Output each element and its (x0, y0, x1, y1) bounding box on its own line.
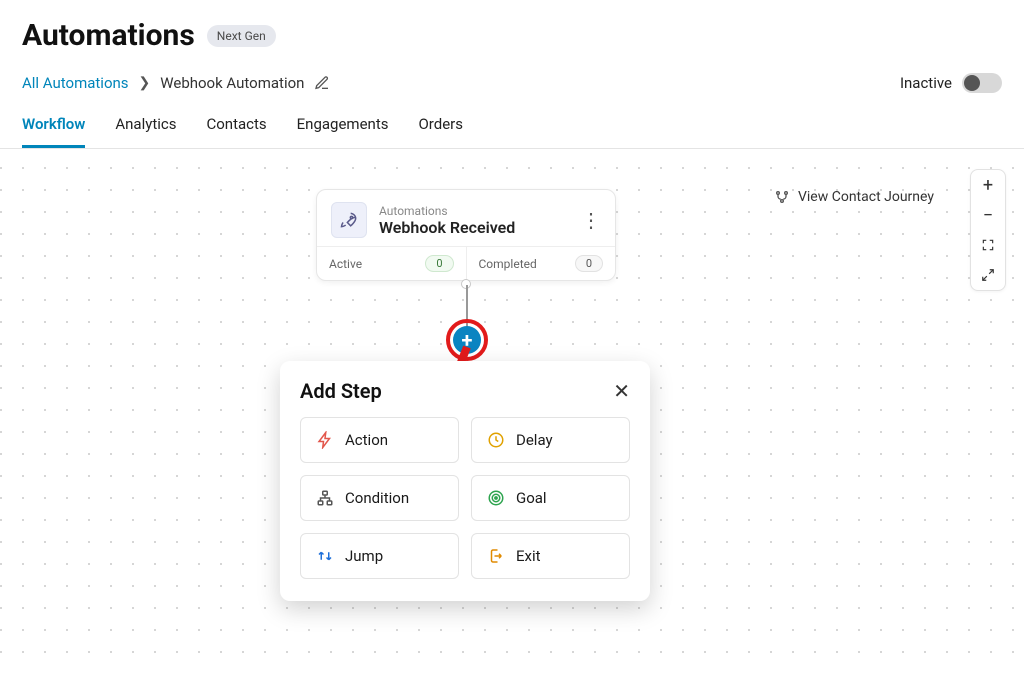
popover-title: Add Step (300, 379, 382, 403)
breadcrumb-current: Webhook Automation (160, 74, 304, 92)
step-jump-label: Jump (345, 547, 383, 565)
breadcrumb-root-link[interactable]: All Automations (22, 74, 129, 92)
step-option-jump[interactable]: Jump (300, 533, 459, 579)
exit-icon (486, 546, 506, 566)
add-step-button[interactable]: + (453, 326, 481, 354)
plus-icon: + (462, 330, 473, 350)
toggle-knob (964, 75, 980, 91)
close-icon[interactable]: ✕ (613, 379, 630, 403)
chevron-right-icon: ❯ (139, 75, 151, 91)
zoom-out-button[interactable]: − (971, 200, 1005, 230)
condition-icon (315, 488, 335, 508)
tab-workflow[interactable]: Workflow (22, 115, 85, 148)
edit-icon[interactable] (314, 75, 330, 91)
fit-screen-button[interactable] (971, 230, 1005, 260)
zoom-in-button[interactable]: + (971, 170, 1005, 200)
step-exit-label: Exit (516, 547, 541, 565)
badge-nextgen: Next Gen (207, 25, 276, 47)
tab-contacts[interactable]: Contacts (206, 115, 266, 148)
view-contact-journey-link[interactable]: View Contact Journey (798, 189, 934, 205)
status-label: Inactive (900, 74, 952, 92)
jump-icon (315, 546, 335, 566)
step-goal-label: Goal (516, 489, 547, 507)
bolt-icon (315, 430, 335, 450)
zoom-panel: + − (970, 169, 1006, 291)
annotation-highlight-ring: + (446, 319, 488, 361)
stat-active-value: 0 (425, 255, 453, 272)
node-supertitle: Automations (379, 204, 581, 218)
step-option-action[interactable]: Action (300, 417, 459, 463)
step-delay-label: Delay (516, 431, 553, 449)
status-toggle[interactable] (962, 73, 1002, 93)
stat-completed-label: Completed (479, 257, 537, 271)
add-step-popover: Add Step ✕ Action Delay Condition Goal (280, 361, 650, 601)
step-action-label: Action (345, 431, 388, 449)
trigger-node[interactable]: Automations Webhook Received ⋮ Active 0 … (316, 189, 616, 281)
step-option-delay[interactable]: Delay (471, 417, 630, 463)
tab-engagements[interactable]: Engagements (297, 115, 389, 148)
clock-icon (486, 430, 506, 450)
page-title: Automations (22, 18, 195, 53)
step-condition-label: Condition (345, 489, 409, 507)
journey-icon (774, 189, 790, 205)
workflow-canvas[interactable]: View Contact Journey + − Automations Web… (0, 149, 1024, 669)
tabs: Workflow Analytics Contacts Engagements … (0, 93, 1024, 149)
more-icon[interactable]: ⋮ (581, 210, 601, 230)
breadcrumb: All Automations ❯ Webhook Automation (22, 74, 330, 92)
tab-analytics[interactable]: Analytics (115, 115, 176, 148)
node-title: Webhook Received (379, 218, 581, 237)
target-icon (486, 488, 506, 508)
stat-active-label: Active (329, 257, 362, 271)
step-option-goal[interactable]: Goal (471, 475, 630, 521)
tab-orders[interactable]: Orders (418, 115, 463, 148)
expand-button[interactable] (971, 260, 1005, 290)
stat-completed-value: 0 (575, 255, 603, 272)
rocket-icon (331, 202, 367, 238)
step-option-condition[interactable]: Condition (300, 475, 459, 521)
step-option-exit[interactable]: Exit (471, 533, 630, 579)
